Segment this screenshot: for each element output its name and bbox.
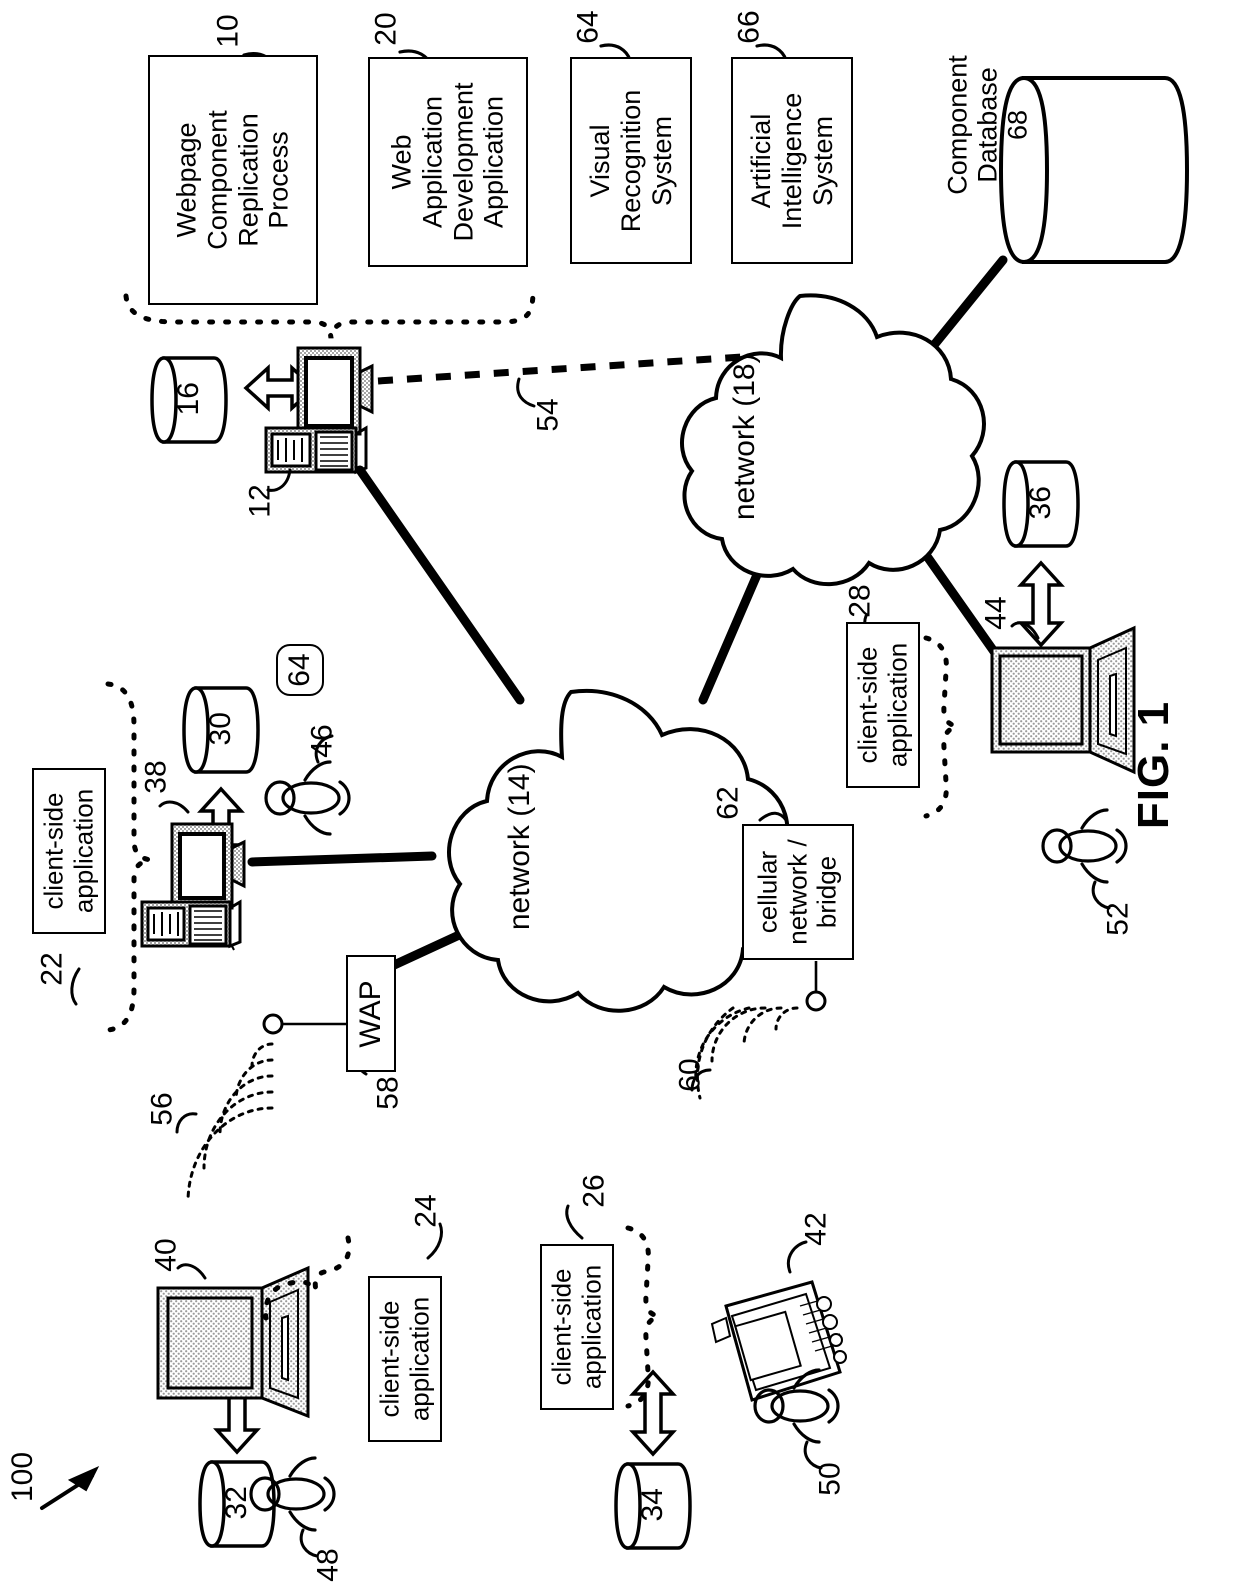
link-54 — [377, 353, 743, 385]
ref-56: 56 — [145, 1092, 179, 1126]
leader-22 — [70, 967, 81, 1006]
client-app-box-26: client-side application — [540, 1244, 614, 1410]
ref-54: 54 — [531, 398, 565, 432]
leader-42 — [787, 1240, 808, 1274]
client-app-label: client-side application — [852, 642, 912, 768]
wap-antenna — [262, 1013, 346, 1035]
process-box-webpage-component-replication: Webpage Component Replication Process — [148, 55, 318, 305]
storage-label-30: 30 — [204, 712, 238, 746]
ref-62: 62 — [711, 786, 745, 820]
storage-arrows — [197, 364, 1065, 1457]
leader-24 — [426, 1222, 443, 1260]
ref-26: 26 — [577, 1174, 611, 1208]
cellular-bridge-box: cellular network / bridge — [742, 824, 854, 960]
client-app-label: client-side application — [38, 788, 98, 914]
network-14-label: network (14) — [503, 763, 537, 931]
device-40 — [156, 1265, 310, 1419]
client-app-box-22: client-side application — [32, 768, 106, 934]
component-database-label: Component Database 68 — [942, 55, 1034, 195]
storage-label-34: 34 — [636, 1488, 670, 1522]
ref-66: 66 — [732, 10, 766, 44]
leader-44 — [1010, 621, 1040, 640]
client-app-label: client-side application — [374, 1296, 434, 1422]
device-38 — [140, 822, 246, 951]
cellular-antenna — [805, 961, 827, 1012]
process-box-label: Visual Recognition System — [584, 89, 677, 232]
network-links — [247, 255, 1008, 971]
ref-40: 40 — [149, 1238, 183, 1272]
client-app-label: client-side application — [546, 1264, 606, 1390]
ref-44: 44 — [979, 596, 1013, 630]
process-box-label: Webpage Component Replication Process — [171, 110, 294, 250]
ref-58: 58 — [371, 1076, 405, 1110]
wap-box: WAP — [346, 955, 396, 1072]
standalone-box-64: 64 — [276, 644, 324, 696]
leader-62 — [758, 811, 788, 822]
client-app-box-24: client-side application — [368, 1276, 442, 1442]
leader-56 — [175, 1112, 198, 1134]
ref-46: 46 — [305, 724, 339, 758]
ref-100: 100 — [6, 1451, 40, 1503]
process-box-label: Artificial Intelligence System — [745, 92, 838, 229]
ref-28: 28 — [843, 584, 877, 618]
storage-label-36: 36 — [1024, 486, 1058, 520]
wireless-56 — [186, 1042, 274, 1204]
device-12 — [264, 346, 374, 477]
ref-38: 38 — [139, 760, 173, 794]
ref-12: 12 — [243, 484, 277, 518]
wap-label: WAP — [353, 979, 387, 1048]
device-42 — [710, 1280, 847, 1402]
ref-20: 20 — [369, 12, 403, 46]
process-box-visual-recognition-system: Visual Recognition System — [570, 57, 692, 264]
network-14-cloud — [447, 688, 790, 1013]
ref-50: 50 — [813, 1462, 847, 1496]
storage-label-32: 32 — [220, 1486, 254, 1520]
cellular-bridge-label: cellular network / bridge — [752, 839, 842, 945]
leader-26 — [565, 1204, 584, 1240]
standalone-box-label: 64 — [282, 653, 316, 687]
client-app-box-28: client-side application — [846, 622, 920, 788]
process-box-artificial-intelligence-system: Artificial Intelligence System — [731, 57, 853, 264]
network-18-label: network (18) — [728, 353, 762, 521]
storage-cylinders — [150, 356, 1080, 1550]
ref-64-top: 64 — [571, 10, 605, 44]
patent-figure-1: Webpage Component Replication Process 10… — [0, 0, 1240, 1591]
ref-52: 52 — [1101, 902, 1135, 936]
storage-label-16: 16 — [172, 382, 206, 416]
process-box-label: Web Application Development Application — [386, 82, 509, 242]
ref-60: 60 — [673, 1058, 707, 1092]
ref-24: 24 — [409, 1194, 443, 1228]
leader-38 — [158, 800, 190, 814]
system-arrow-100 — [40, 1465, 100, 1510]
ref-22: 22 — [35, 952, 69, 986]
figure-title: FIG. 1 — [1129, 700, 1179, 830]
ref-10: 10 — [211, 14, 245, 48]
ref-48: 48 — [311, 1548, 345, 1582]
wireless-60 — [694, 1006, 799, 1100]
process-box-web-application-development: Web Application Development Application — [368, 57, 528, 267]
device-44 — [990, 625, 1136, 775]
ref-42: 42 — [799, 1212, 833, 1246]
